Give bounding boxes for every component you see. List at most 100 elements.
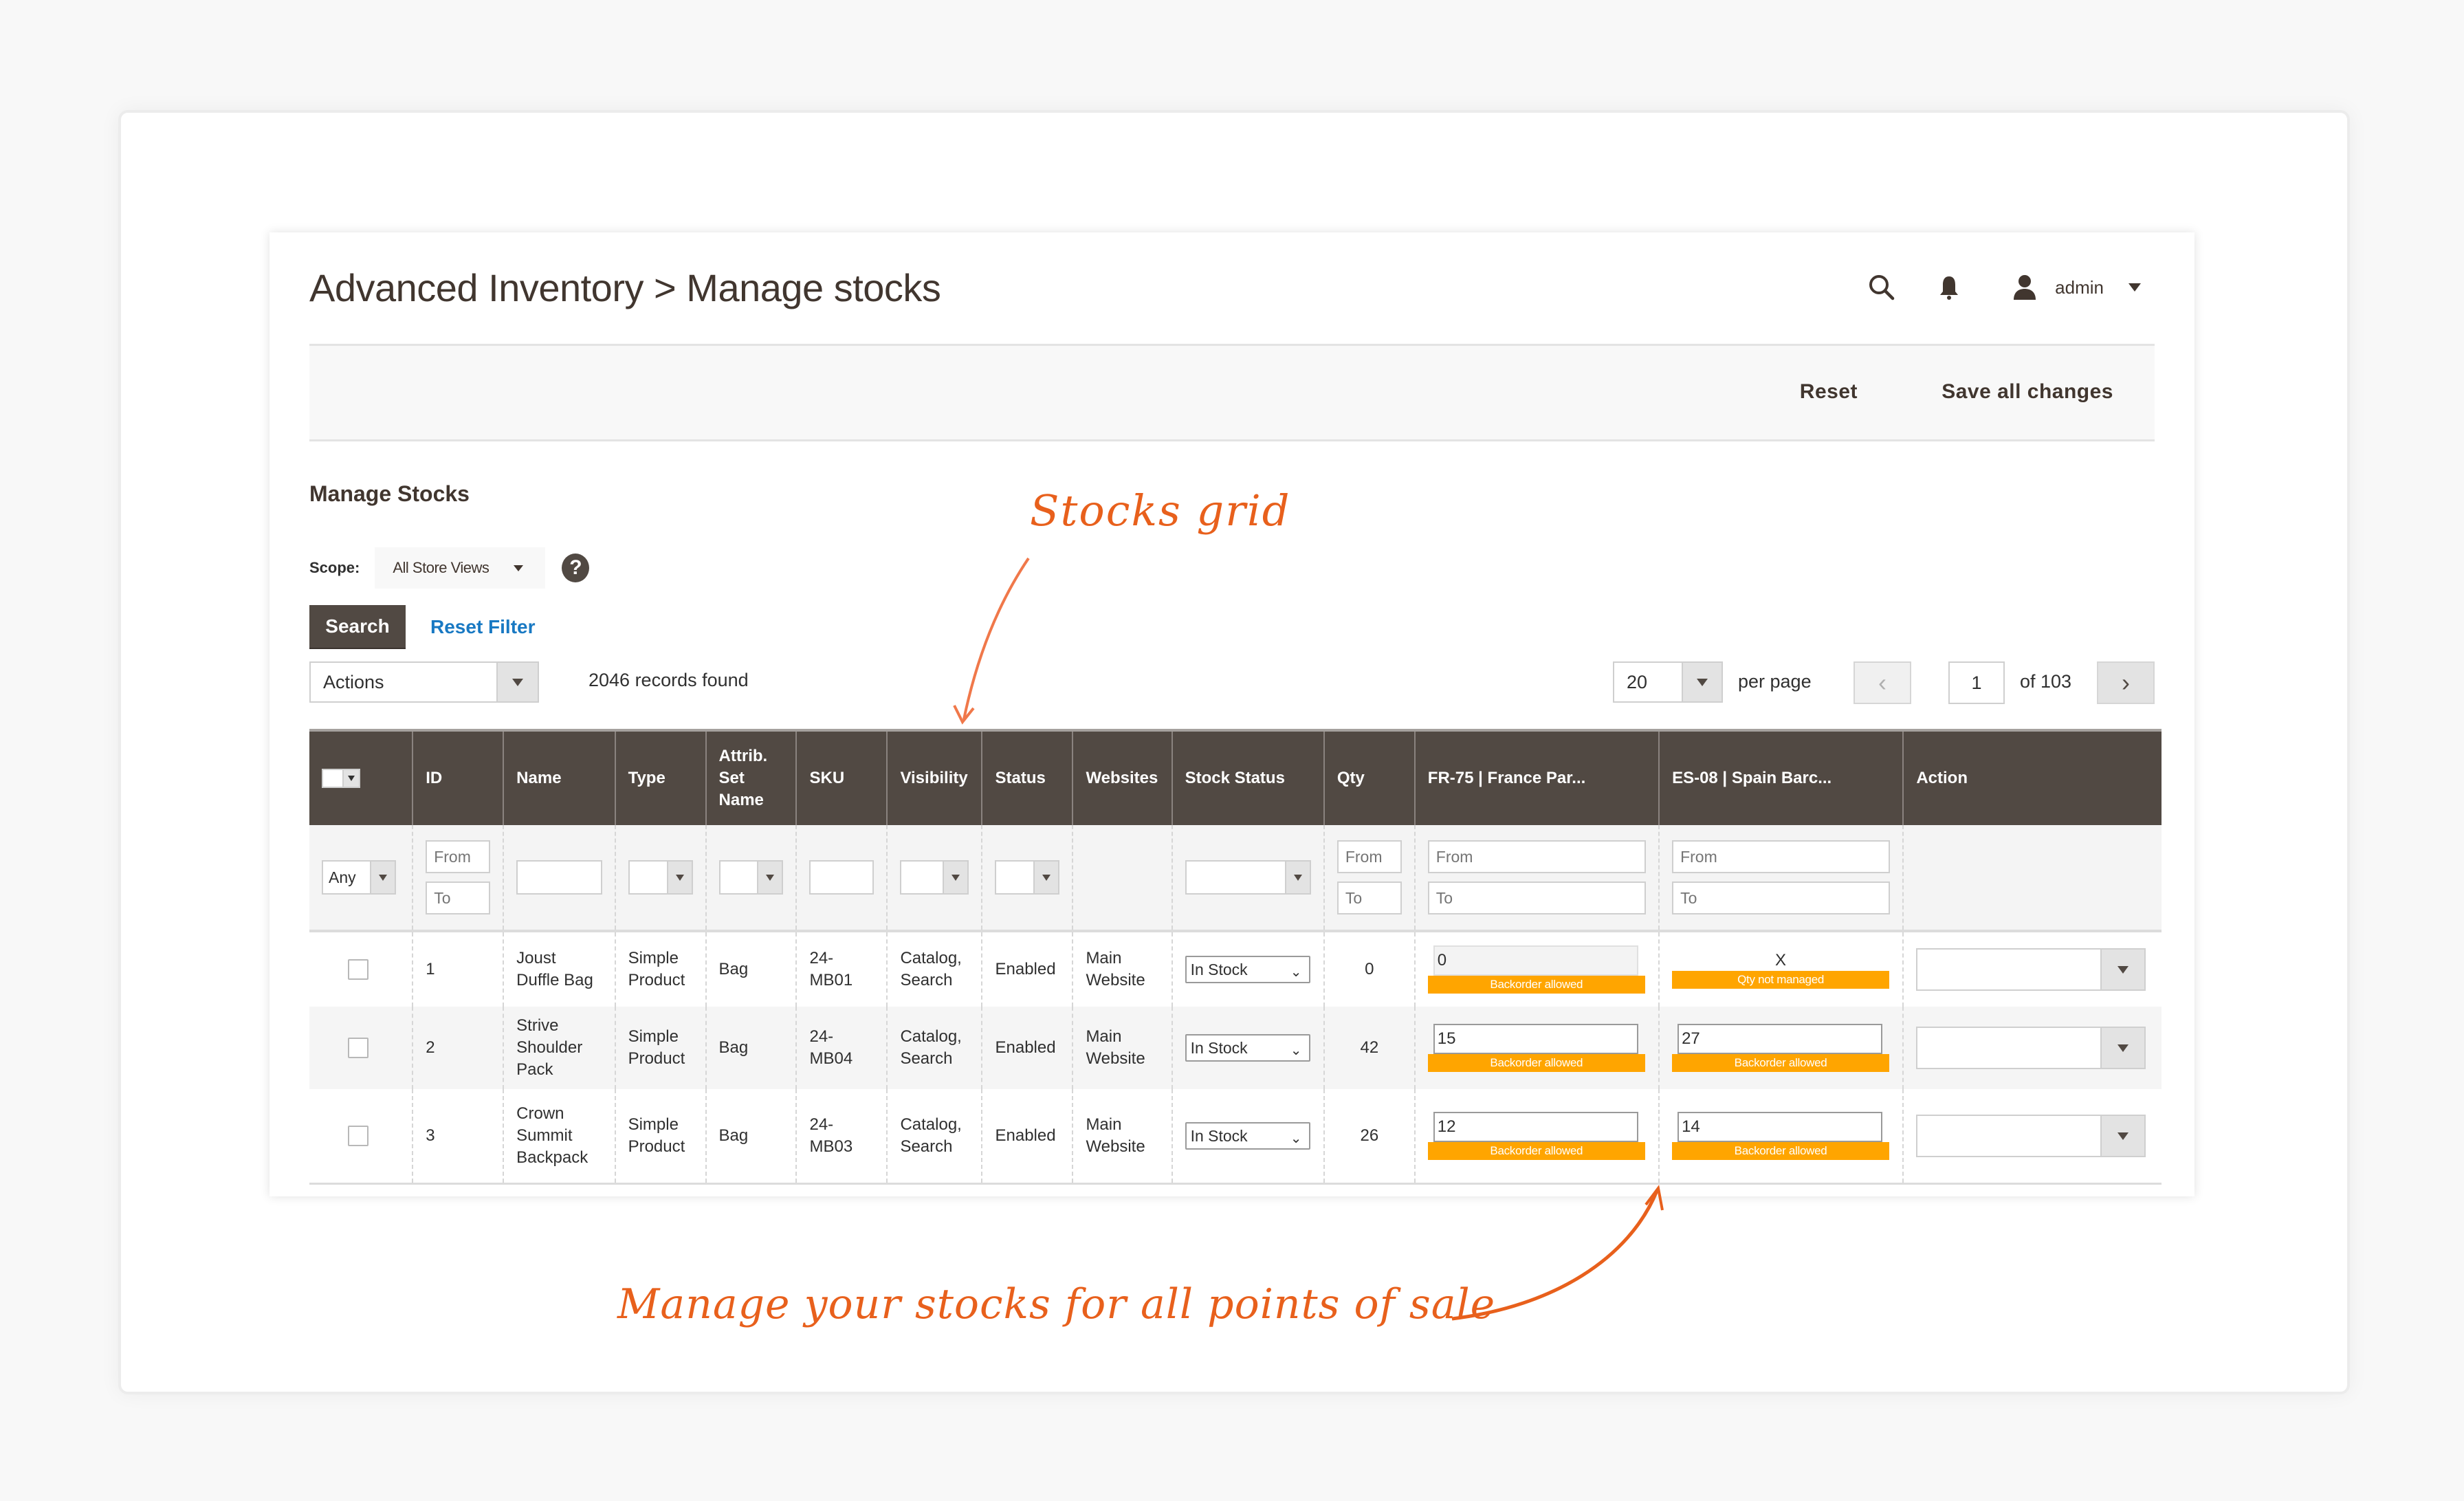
pos-qty-input[interactable] (1678, 1024, 1883, 1054)
filter-es08-to[interactable] (1672, 881, 1891, 914)
filter-mass-select[interactable]: Any (322, 860, 396, 895)
previous-page-button[interactable]: ‹ (1854, 661, 1911, 704)
filter-es08-from[interactable] (1672, 840, 1891, 873)
row-checkbox[interactable] (348, 1038, 368, 1058)
filter-fr75-to[interactable] (1427, 881, 1647, 914)
filter-status-select[interactable] (995, 860, 1060, 895)
column-header-pos-es08[interactable]: ES-08 | Spain Barc... (1658, 729, 1904, 825)
column-header-qty[interactable]: Qty (1323, 729, 1415, 825)
cell-qty: 26 (1323, 1089, 1415, 1185)
cell-status: Enabled (981, 931, 1073, 1007)
caret-down-icon (514, 565, 524, 571)
row-checkbox[interactable] (348, 959, 368, 980)
cell-visibility: Catalog, Search (886, 1089, 982, 1185)
scope-label: Scope: (309, 559, 360, 576)
filter-visibility-select[interactable] (900, 860, 969, 895)
chevron-down-icon: ⌄ (1290, 1131, 1302, 1146)
search-button[interactable]: Search (309, 605, 406, 649)
mass-actions-select[interactable]: Actions (309, 661, 539, 703)
cell-pos-es08: Backorder allowed (1658, 1007, 1904, 1089)
filter-sku-input[interactable] (809, 860, 874, 895)
filter-action-empty (1902, 825, 2162, 932)
caret-down-icon (2100, 950, 2145, 989)
per-page-label: per page (1738, 671, 1812, 692)
filter-id-to[interactable] (426, 881, 491, 914)
pos-qty-input[interactable] (1678, 1112, 1883, 1142)
cell-attrib-set: Bag (705, 1007, 797, 1089)
filter-stock-status-select[interactable] (1185, 860, 1311, 895)
filter-name-input[interactable] (516, 860, 602, 895)
mass-select-dropdown[interactable] (322, 769, 360, 788)
filter-type-select[interactable] (628, 860, 693, 895)
cell-visibility: Catalog, Search (886, 1007, 982, 1089)
pos-stock-box: Backorder allowed (1427, 1112, 1645, 1160)
column-header-visibility[interactable]: Visibility (886, 729, 982, 825)
per-page-select[interactable]: 20 (1613, 661, 1723, 703)
filter-websites-empty (1072, 825, 1172, 932)
notifications-button[interactable] (1928, 267, 1970, 308)
row-checkbox[interactable] (348, 1126, 368, 1146)
cell-id: 1 (412, 931, 504, 1007)
cell-sku: 24-MB01 (795, 931, 888, 1007)
column-header-pos-fr75[interactable]: FR-75 | France Par... (1414, 729, 1660, 825)
stock-status-select[interactable]: In Stock ⌄ (1185, 956, 1310, 983)
filter-id-from[interactable] (426, 840, 491, 873)
column-header-websites[interactable]: Websites (1072, 729, 1172, 825)
save-all-changes-button[interactable]: Save all changes (1942, 380, 2113, 404)
cell-attrib-set: Bag (705, 931, 797, 1007)
scope-row: Scope: All Store Views ? (309, 547, 590, 589)
page-title: Advanced Inventory > Manage stocks (309, 266, 941, 309)
page-number-input[interactable] (1948, 661, 2005, 704)
bell-icon (1940, 276, 1959, 300)
column-header-stock-status[interactable]: Stock Status (1171, 729, 1324, 825)
next-page-button[interactable]: › (2097, 661, 2155, 704)
cell-sku: 24-MB04 (795, 1007, 888, 1089)
global-search-button[interactable] (1861, 267, 1902, 308)
pos-stock-box: Backorder allowed (1427, 945, 1645, 994)
reset-button[interactable]: Reset (1800, 380, 1858, 404)
pos-qty-input[interactable] (1433, 1024, 1638, 1054)
column-header-type[interactable]: Type (614, 729, 706, 825)
pos-status-badge: Backorder allowed (1427, 1054, 1645, 1072)
cell-stock-status: In Stock ⌄ (1171, 1089, 1324, 1185)
caret-down-icon (2100, 1116, 2145, 1156)
row-action-select[interactable] (1916, 948, 2146, 991)
column-header-attrib-set[interactable]: Attrib. Set Name (705, 729, 797, 825)
cell-name: Joust Duffle Bag (503, 931, 615, 1007)
cell-websites: Main Website (1072, 1007, 1172, 1089)
stock-status-select[interactable]: In Stock ⌄ (1185, 1034, 1310, 1062)
chevron-down-icon (2128, 283, 2141, 292)
caret-down-icon (1284, 862, 1310, 893)
pos-qty-input[interactable] (1433, 1112, 1638, 1142)
filter-qty-from[interactable] (1336, 840, 1402, 873)
pos-status-badge: Backorder allowed (1427, 1142, 1645, 1160)
records-count: 2046 records found (588, 670, 749, 690)
filter-attrib-set-select[interactable] (718, 860, 784, 895)
cell-status: Enabled (981, 1089, 1073, 1185)
stock-status-value: In Stock (1190, 1127, 1248, 1145)
pos-status-badge: Backorder allowed (1672, 1054, 1890, 1072)
row-action-select[interactable] (1916, 1027, 2146, 1069)
filter-qty-to[interactable] (1336, 881, 1402, 914)
stock-status-select[interactable]: In Stock ⌄ (1185, 1122, 1310, 1150)
caret-down-icon (496, 663, 538, 701)
grid-body: 1 Joust Duffle Bag Simple Product Bag 24… (309, 931, 2162, 1185)
mass-actions-value: Actions (323, 671, 384, 692)
column-header-name[interactable]: Name (503, 729, 615, 825)
help-icon[interactable]: ? (562, 554, 590, 582)
stock-status-value: In Stock (1190, 961, 1248, 978)
stocks-grid: ID Name Type Attrib. Set Name SKU Visibi… (309, 729, 2162, 1185)
filter-fr75-from[interactable] (1427, 840, 1647, 873)
pos-qty-input[interactable] (1433, 945, 1638, 976)
column-header-status[interactable]: Status (981, 729, 1073, 825)
user-menu[interactable]: admin (2010, 272, 2141, 303)
column-header-id[interactable]: ID (412, 729, 504, 825)
column-header-sku[interactable]: SKU (795, 729, 888, 825)
cell-pos-fr75: Backorder allowed (1414, 931, 1660, 1007)
pos-status-badge: Backorder allowed (1672, 1142, 1890, 1160)
scope-switcher[interactable]: All Store Views (375, 547, 546, 589)
reset-filter-link[interactable]: Reset Filter (430, 616, 536, 638)
row-action-select[interactable] (1916, 1115, 2146, 1157)
search-icon (1869, 275, 1895, 300)
caret-down-icon (666, 862, 692, 893)
